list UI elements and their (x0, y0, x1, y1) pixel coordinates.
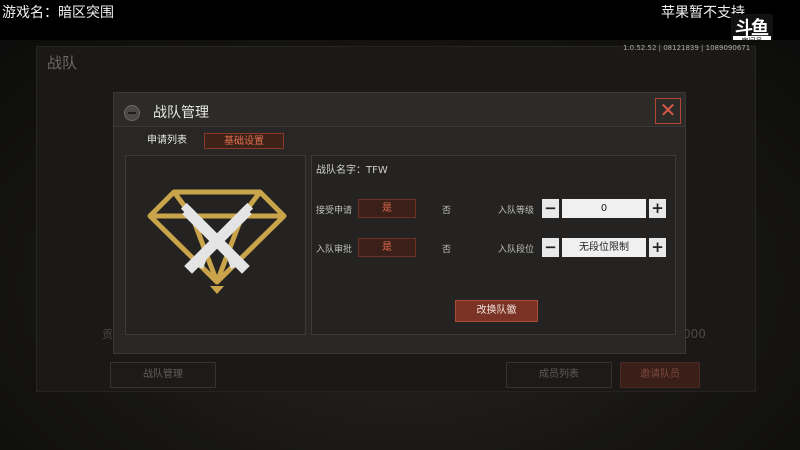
background-stat-left: 贡 (102, 328, 113, 341)
game-name-label: 游戏名：暗区突围 (2, 5, 114, 21)
accept-apply-yes-button[interactable]: 是 (358, 199, 416, 218)
join-review-label: 入队审批 (316, 245, 353, 255)
join-level-label: 入队等级 (498, 206, 535, 216)
emblem-preview (125, 155, 306, 335)
basic-settings-panel: 战队名字：TFW 接受申请 是 否 入队审批 是 否 入队等级 − 0 + 入队… (311, 155, 676, 335)
join-review-yes-button[interactable]: 是 (358, 238, 416, 257)
tab-basic-settings[interactable]: 基础设置 (204, 133, 284, 149)
join-review-no-option[interactable]: 否 (442, 242, 451, 255)
join-rank-minus-button[interactable]: − (542, 238, 559, 257)
modal-title: 战队管理 (153, 105, 209, 121)
background-invite-button[interactable]: 邀请队员 (620, 362, 700, 388)
close-icon: ✕ (659, 98, 677, 122)
join-level-value: 0 (562, 199, 646, 218)
crossed-guns-diamond-emblem (147, 189, 287, 294)
join-rank-value: 无段位限制 (562, 238, 646, 257)
tab-apply-list[interactable]: 申请列表 (144, 133, 190, 149)
join-rank-plus-button[interactable]: + (649, 238, 666, 257)
close-button[interactable]: ✕ (655, 98, 681, 124)
background-manage-button[interactable]: 战队管理 (110, 362, 216, 388)
join-rank-label: 入队段位 (498, 245, 535, 255)
team-management-modal: 战队管理 ✕ 申请列表 基础设置 战队名字：TFW 接受申请 是 否 入队审批 … (113, 92, 686, 354)
modal-header: 战队管理 ✕ (114, 93, 685, 127)
version-string: 1.0.52.52 | 08121839 | 1089090671 (623, 44, 751, 52)
join-level-minus-button[interactable]: − (542, 199, 559, 218)
stream-top-bar: 游戏名：暗区突围 苹果暂不支持 (0, 0, 800, 40)
accept-apply-no-option[interactable]: 否 (442, 203, 451, 216)
background-members-button[interactable]: 成员列表 (506, 362, 612, 388)
change-emblem-button[interactable]: 改换队徽 (455, 300, 538, 322)
team-name-label: 战队名字：TFW (316, 165, 388, 176)
accept-apply-label: 接受申请 (316, 206, 353, 216)
join-level-stepper: − 0 + (542, 199, 666, 218)
join-rank-stepper: − 无段位限制 + (542, 238, 666, 257)
background-page-title: 战队 (47, 54, 78, 72)
team-badge-icon (124, 105, 140, 121)
background-stat-right: 000 (683, 327, 706, 341)
join-level-plus-button[interactable]: + (649, 199, 666, 218)
